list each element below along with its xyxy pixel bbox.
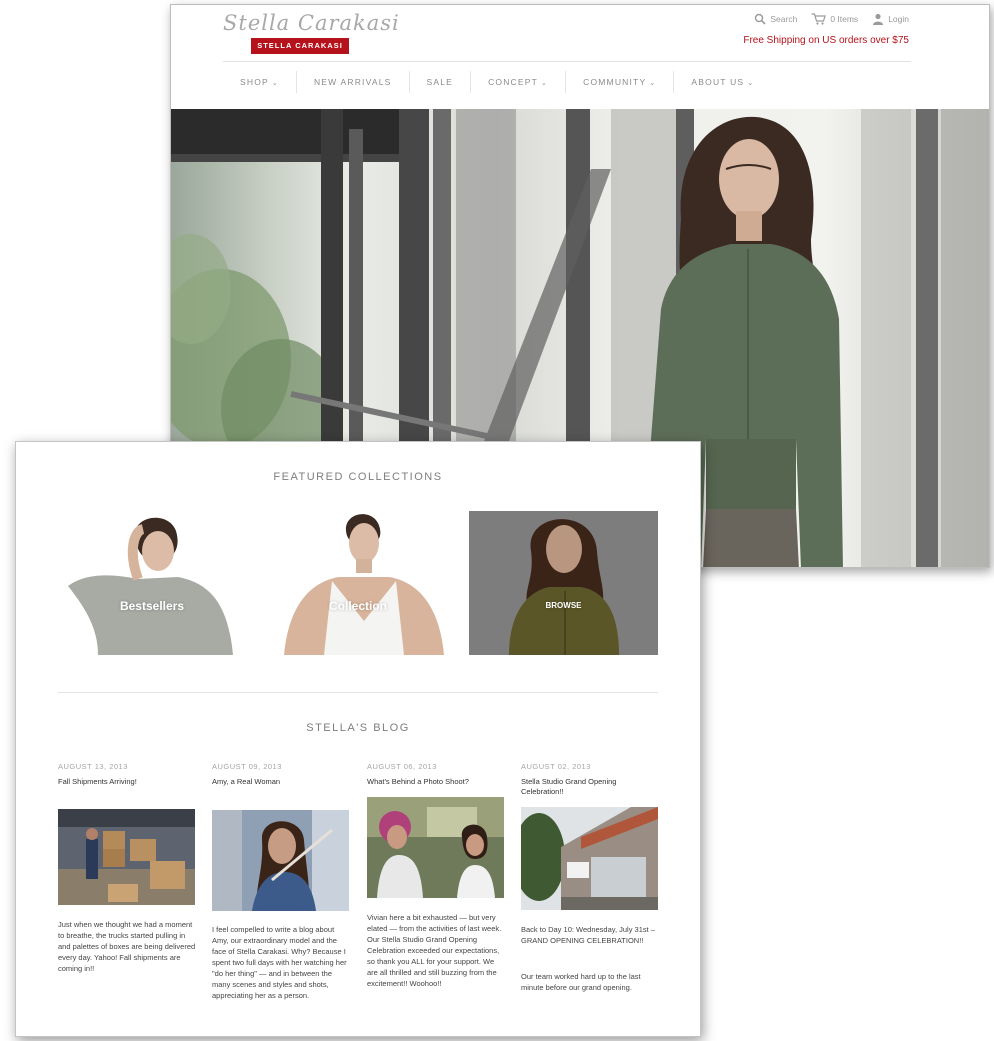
nav-concept[interactable]: CONCEPT ⌄	[471, 71, 567, 93]
nav-community[interactable]: COMMUNITY ⌄	[566, 71, 675, 93]
blog-heading: STELLA'S BLOG	[306, 722, 410, 734]
post-date: AUGUST 13, 2013	[58, 762, 128, 771]
blog-post: AUGUST 13, 2013 Fall Shipments Arriving!…	[58, 762, 196, 973]
post-excerpt: Vivian here a bit exhausted — but very e…	[367, 913, 502, 988]
post-thumbnail[interactable]	[58, 809, 195, 905]
bestsellers-label: Bestsellers	[119, 599, 185, 613]
featured-collections-heading: FEATURED COLLECTIONS	[273, 471, 443, 483]
featured-tile-collection[interactable]: Collection	[264, 511, 452, 655]
featured-tile-bestsellers[interactable]: Bestsellers	[58, 511, 246, 655]
photo-shoot-photo	[367, 797, 504, 898]
collection-photo	[284, 514, 444, 655]
chevron-down-icon: ⌄	[271, 80, 279, 87]
warehouse-photo	[58, 809, 195, 905]
user-icon	[873, 13, 884, 25]
nav-about-us-label: ABOUT US	[691, 77, 745, 87]
free-shipping-promo: Free Shipping on US orders over $75	[743, 35, 909, 46]
blog-post: AUGUST 02, 2013 Stella Studio Grand Open…	[521, 762, 659, 992]
nav-community-label: COMMUNITY	[583, 77, 647, 87]
post-date: AUGUST 09, 2013	[212, 762, 282, 771]
login-link[interactable]: Login	[872, 13, 909, 25]
featured-blog-window: FEATURED COLLECTIONS Bestsellers Collect…	[15, 441, 701, 1037]
search-label: Search	[770, 14, 798, 24]
model-violin-photo	[212, 810, 349, 911]
script-logo[interactable]: Stella Carakasi	[223, 11, 400, 35]
header-divider	[223, 61, 911, 62]
blog-post: AUGUST 06, 2013 What's Behind a Photo Sh…	[367, 762, 505, 988]
browse-photo	[509, 519, 619, 655]
nav-shop-label: SHOP	[240, 77, 269, 87]
post-title-link[interactable]: Amy, a Real Woman	[212, 777, 350, 787]
post-title-link[interactable]: Fall Shipments Arriving!	[58, 777, 196, 787]
search-link[interactable]: Search	[754, 13, 797, 25]
main-nav: SHOP ⌄ NEW ARRIVALS SALE CONCEPT ⌄ COMMUNI…	[223, 67, 771, 97]
post-thumbnail[interactable]	[367, 797, 504, 898]
nav-new-arrivals[interactable]: NEW ARRIVALS	[297, 71, 410, 93]
post-title-link[interactable]: What's Behind a Photo Shoot?	[367, 777, 505, 787]
cart-link[interactable]: 0 Items	[811, 13, 858, 25]
brand-logo-bar[interactable]: STELLA CARAKASI	[251, 38, 349, 54]
post-date: AUGUST 06, 2013	[367, 762, 437, 771]
post-excerpt: Just when we thought we had a moment to …	[58, 920, 196, 973]
post-date: AUGUST 02, 2013	[521, 762, 591, 771]
post-title-link[interactable]: Stella Studio Grand Opening Celebration!…	[521, 777, 659, 797]
cart-icon	[811, 13, 827, 25]
nav-shop[interactable]: SHOP ⌄	[223, 71, 297, 93]
login-label: Login	[888, 14, 909, 24]
screenshot-canvas: Stella Carakasi STELLA CARAKASI Search 0…	[0, 0, 994, 1041]
chevron-down-icon: ⌄	[649, 80, 657, 87]
chevron-down-icon: ⌄	[747, 80, 755, 87]
post-thumbnail[interactable]	[521, 807, 658, 910]
browse-label: BROWSE	[545, 601, 582, 610]
collection-label: Collection	[328, 599, 387, 613]
blog-post: AUGUST 09, 2013 Amy, a Real Woman I feel…	[212, 762, 350, 1000]
section-divider	[58, 692, 658, 693]
nav-about-us[interactable]: ABOUT US ⌄	[674, 71, 771, 93]
chevron-down-icon: ⌄	[541, 80, 549, 87]
search-icon	[755, 13, 766, 25]
nav-sale[interactable]: SALE	[410, 71, 472, 93]
nav-concept-label: CONCEPT	[488, 77, 539, 87]
post-thumbnail[interactable]	[212, 810, 349, 911]
featured-tile-browse[interactable]: BROWSE	[469, 511, 658, 655]
post-excerpt: I feel compelled to write a blog about A…	[212, 925, 347, 1000]
bestsellers-photo	[68, 517, 233, 655]
post-excerpt: Back to Day 10: Wednesday, July 31st – G…	[521, 925, 655, 945]
post-excerpt-continued: Our team worked hard up to the last minu…	[521, 972, 641, 992]
cart-count: 0 Items	[830, 14, 859, 24]
studio-storefront-photo	[521, 807, 658, 910]
site-header: Stella Carakasi STELLA CARAKASI Search 0…	[171, 5, 989, 109]
nav-new-arrivals-label: NEW ARRIVALS	[313, 77, 392, 87]
utility-bar: Search 0 Items Login	[754, 13, 909, 25]
nav-sale-label: SALE	[426, 77, 454, 87]
